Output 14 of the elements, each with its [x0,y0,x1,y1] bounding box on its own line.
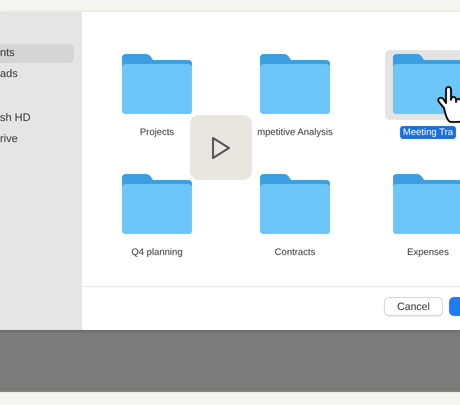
folder-name[interactable]: Meeting Tra [400,126,456,139]
play-button[interactable] [190,115,252,180]
folder-name[interactable]: Expenses [404,246,452,259]
folder-name[interactable]: Contracts [272,246,318,259]
play-icon [210,134,232,160]
sidebar-item[interactable]: sh HD [0,109,74,128]
folder-name[interactable]: mpetitive Analysis [254,126,336,139]
folder-icon[interactable] [391,52,460,116]
sidebar-item[interactable]: rive [0,130,74,149]
cancel-button[interactable]: Cancel [384,297,443,316]
sidebar-item[interactable]: nts [0,44,74,63]
folder-name[interactable]: Q4 planning [128,246,186,259]
sidebar-item[interactable]: ads [0,65,74,84]
folder-name[interactable]: Projects [136,126,178,139]
